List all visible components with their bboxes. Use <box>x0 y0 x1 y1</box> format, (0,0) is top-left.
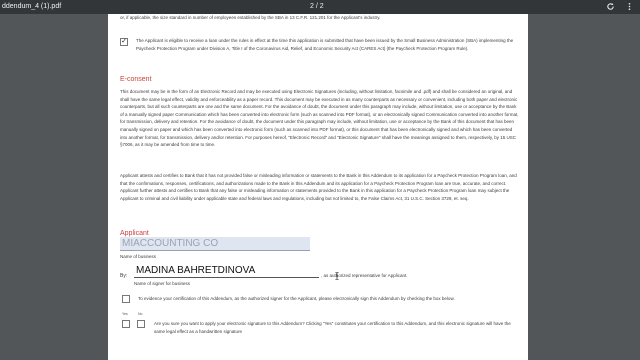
yes-checkbox[interactable] <box>122 320 130 328</box>
eligibility-statement: The Applicant is eligible to receive a l… <box>136 38 514 51</box>
more-vertical-icon[interactable] <box>624 2 634 12</box>
pdf-toolbar: ddendum_4 (1).pdf 2 / 2 <box>0 0 640 14</box>
eligibility-checkbox[interactable]: ✓ <box>120 38 128 46</box>
no-label: No <box>138 312 143 316</box>
econsent-paragraph: This document may be in the form of an E… <box>120 89 519 148</box>
econsent-heading: E-consent <box>120 76 152 83</box>
certify-checkbox[interactable] <box>122 295 130 303</box>
attestation-paragraph: Applicant attests and certifies to Bank … <box>120 173 517 201</box>
eligibility-size-text: or, if applicable, the size standard in … <box>120 15 381 20</box>
yes-label: Yes <box>122 312 128 316</box>
document-title: ddendum_4 (1).pdf <box>2 3 62 10</box>
esign-confirmation-text: Are you sure you want to apply your elec… <box>154 321 511 334</box>
business-name-label: Name of business <box>120 254 157 259</box>
signer-name-label: Name of signer for business <box>134 281 191 286</box>
no-checkbox[interactable] <box>137 320 145 328</box>
certify-instruction: To evidence your certification of this A… <box>138 296 455 301</box>
signer-name-field[interactable]: MADINA BAHRETDINOVA <box>134 263 319 278</box>
business-name-field[interactable]: MIACCOUNTING CO <box>120 237 310 251</box>
pdf-viewport[interactable]: or, if applicable, the size standard in … <box>0 14 640 360</box>
applicant-heading: Applicant <box>120 230 149 237</box>
pdf-page: or, if applicable, the size standard in … <box>108 14 528 360</box>
text-cursor-icon <box>335 272 339 280</box>
rotate-icon[interactable] <box>605 2 615 12</box>
by-label: By: <box>120 273 128 279</box>
page-indicator: 2 / 2 <box>310 3 324 10</box>
